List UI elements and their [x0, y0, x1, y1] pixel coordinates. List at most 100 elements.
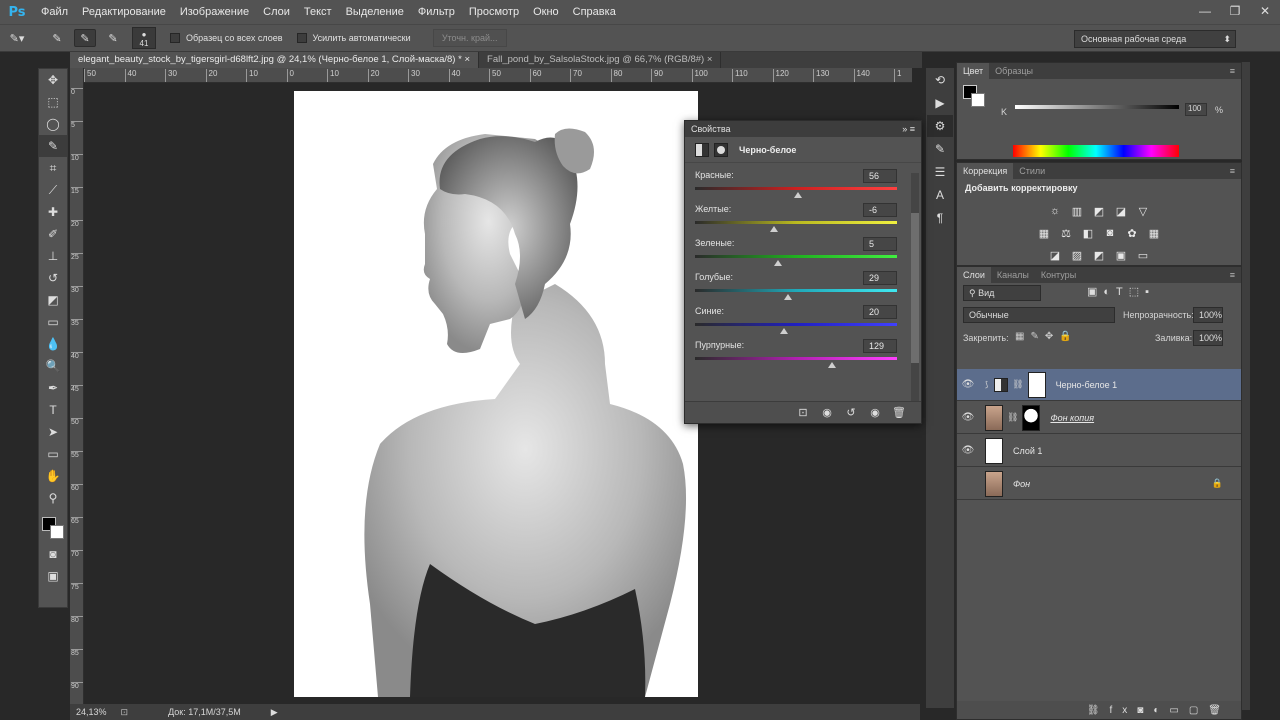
menu-edit[interactable]: Редактирование [75, 0, 173, 24]
screen-mode-icon[interactable]: ▣ [39, 565, 67, 587]
channel-mixer-icon[interactable]: ✿ [1121, 225, 1143, 241]
eye-icon[interactable]: 👁 [957, 412, 979, 423]
delete-icon[interactable]: 🗑 [887, 406, 911, 419]
new-group-icon[interactable]: ▭ [1169, 705, 1188, 716]
tab-adjustments[interactable]: Коррекция [957, 163, 1014, 179]
tab-swatches[interactable]: Образцы [989, 63, 1039, 79]
delete-layer-icon[interactable]: 🗑 [1208, 705, 1231, 716]
zoom-tool-icon[interactable]: ⚲ [39, 487, 67, 509]
history-panel-icon[interactable]: ⟲ [927, 69, 953, 91]
tab-close-icon[interactable]: × [707, 54, 713, 65]
link-layers-icon[interactable]: ⛓ [1087, 705, 1110, 716]
menu-layers[interactable]: Слои [256, 0, 297, 24]
quick-selection-tool-icon[interactable]: ✎ [39, 135, 67, 157]
marquee-tool-icon[interactable]: ⬚ [39, 91, 67, 113]
clip-to-layer-icon[interactable]: ⊡ [791, 406, 815, 419]
gradient-tool-icon[interactable]: ▭ [39, 311, 67, 333]
opacity-input[interactable]: 100% [1193, 307, 1223, 323]
slider-thumb[interactable] [773, 260, 782, 266]
channel-slider[interactable]: Голубые: 29 [685, 269, 921, 303]
fx-icon[interactable]: fx [1110, 705, 1138, 716]
background-color-swatch[interactable] [50, 525, 64, 539]
new-layer-icon[interactable]: ▢ [1189, 705, 1208, 716]
layer-name[interactable]: Слой 1 [1013, 446, 1042, 456]
gradient-map-icon[interactable]: ▭ [1132, 247, 1154, 263]
quick-mask-icon[interactable]: ◙ [39, 543, 67, 565]
add-mask-icon[interactable]: ◙ [1137, 705, 1153, 716]
levels-icon[interactable]: ▥ [1066, 203, 1088, 219]
slider-track[interactable] [695, 357, 897, 360]
layer-name[interactable]: Фон копия [1050, 413, 1094, 423]
tab-layers[interactable]: Слои [957, 267, 991, 283]
minimize-button[interactable]: — [1190, 0, 1220, 22]
mask-thumbnail[interactable] [1027, 371, 1046, 398]
menu-file[interactable]: Файл [34, 0, 75, 24]
auto-enhance-checkbox[interactable] [296, 33, 307, 43]
lasso-tool-icon[interactable]: ◯ [39, 113, 67, 135]
menu-type[interactable]: Текст [297, 0, 339, 24]
invert-icon[interactable]: ◪ [1044, 247, 1066, 263]
channel-slider[interactable]: Желтые: -6 [685, 201, 921, 235]
vibrance-icon[interactable]: ▽ [1132, 203, 1154, 219]
color-lookup-icon[interactable]: ▦ [1143, 225, 1165, 241]
status-menu-arrow-icon[interactable]: ▶ [271, 707, 278, 718]
brush-tool-icon[interactable]: ✐ [39, 223, 67, 245]
curves-icon[interactable]: ◩ [1088, 203, 1110, 219]
menu-image[interactable]: Изображение [173, 0, 256, 24]
layer-row[interactable]: 👁 ⛓ Фон копия [957, 402, 1241, 434]
slider-value[interactable]: 129 [863, 339, 897, 353]
zoom-level[interactable]: 24,13% [76, 707, 107, 717]
dodge-tool-icon[interactable]: 🔍 [39, 355, 67, 377]
hand-tool-icon[interactable]: ✋ [39, 465, 67, 487]
channel-slider[interactable]: Синие: 20 [685, 303, 921, 337]
slider-track[interactable] [695, 289, 897, 292]
status-export-icon[interactable]: ⊡ [121, 707, 129, 718]
close-button[interactable]: ✕ [1250, 0, 1280, 22]
tool-preset-icon[interactable]: ✎▾ [6, 29, 28, 47]
mask-thumbnail[interactable] [1022, 404, 1041, 431]
threshold-icon[interactable]: ◩ [1088, 247, 1110, 263]
properties-scrollbar[interactable] [911, 173, 919, 409]
layer-name[interactable]: Фон [1013, 479, 1030, 489]
eraser-tool-icon[interactable]: ◩ [39, 289, 67, 311]
fill-input[interactable]: 100% [1193, 330, 1223, 346]
tab-paths[interactable]: Контуры [1035, 267, 1082, 283]
menu-window[interactable]: Окно [526, 0, 566, 24]
layer-name[interactable]: Черно-белое 1 [1056, 380, 1118, 390]
eyedropper-tool-icon[interactable]: ⟋ [39, 179, 67, 201]
menu-help[interactable]: Справка [566, 0, 623, 24]
channel-slider[interactable]: Зеленые: 5 [685, 235, 921, 269]
slider-track[interactable] [695, 255, 897, 258]
refine-edge-button[interactable]: Уточн. край... [432, 29, 507, 47]
slider-value[interactable]: 56 [863, 169, 897, 183]
photo-filter-icon[interactable]: ◙ [1099, 225, 1121, 241]
shape-tool-icon[interactable]: ▭ [39, 443, 67, 465]
tool-presets-panel-icon[interactable]: ☰ [927, 161, 953, 183]
slider-track[interactable] [695, 323, 897, 326]
slider-thumb[interactable] [783, 294, 792, 300]
layer-row[interactable]: 👁 ⟆ ⛓ Черно-белое 1 [957, 369, 1241, 401]
new-selection-brush-icon[interactable]: ✎ [46, 29, 68, 47]
color-bg-swatch[interactable] [971, 93, 985, 107]
panel-collapse-icon[interactable]: » ≡ [902, 124, 915, 134]
tab-document-2[interactable]: Fall_pond_by_SalsolaStock.jpg @ 66,7% (R… [479, 52, 722, 68]
slider-thumb[interactable] [794, 192, 803, 198]
slider-thumb[interactable] [769, 226, 778, 232]
slider-value[interactable]: 20 [863, 305, 897, 319]
right-panel-scrollbar[interactable] [1242, 62, 1250, 710]
black-white-icon[interactable]: ◧ [1077, 225, 1099, 241]
reset-icon[interactable]: ↺ [839, 406, 863, 419]
restore-button[interactable]: ❐ [1220, 0, 1250, 22]
slider-track[interactable] [695, 221, 897, 224]
layer-row[interactable]: 👁 Слой 1 [957, 435, 1241, 467]
hue-saturation-icon[interactable]: ▦ [1033, 225, 1055, 241]
properties-panel-icon[interactable]: ⚙ [927, 115, 953, 137]
chain-icon[interactable]: ⛓ [1007, 412, 1018, 423]
slider-thumb[interactable] [828, 362, 837, 368]
panel-menu-icon[interactable]: ≡ [1230, 270, 1235, 280]
paragraph-panel-icon[interactable]: ¶ [927, 207, 953, 229]
channel-slider[interactable]: Красные: 56 [685, 167, 921, 201]
menu-view[interactable]: Просмотр [462, 0, 526, 24]
sample-all-layers-checkbox[interactable] [170, 33, 180, 43]
path-selection-tool-icon[interactable]: ➤ [39, 421, 67, 443]
